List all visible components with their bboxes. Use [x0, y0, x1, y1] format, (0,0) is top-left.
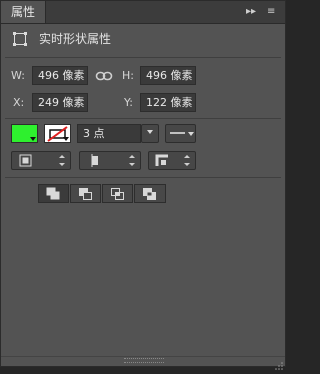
combine-shapes-icon [46, 187, 60, 200]
line-corners-dropdown[interactable] [148, 151, 196, 170]
stroke-swatch[interactable] [44, 124, 71, 143]
stepper-arrows-icon [59, 155, 66, 166]
stepper-arrows-icon [184, 155, 191, 166]
collapse-panel-icon[interactable]: ▸▸ [246, 5, 256, 19]
fill-swatch[interactable] [11, 124, 38, 143]
line-caps-icon [91, 154, 98, 167]
panel-title: 实时形状属性 [39, 32, 112, 46]
shape-type-icon [11, 30, 29, 48]
height-field[interactable]: 496 像素 [140, 66, 196, 85]
panel-menu-icon[interactable]: ≡ [267, 5, 275, 19]
subtract-front-shape-button[interactable] [70, 184, 101, 203]
properties-panel: 属性 ▸▸ ≡ 实时形状属性 W: 496 像素 H: 496 像素 X: 24… [0, 0, 286, 370]
stepper-arrows-icon [129, 155, 136, 166]
divider [5, 57, 281, 58]
height-label: H: [122, 69, 134, 82]
chevron-down-icon [147, 130, 153, 134]
exclude-overlapping-shapes-icon [143, 188, 156, 200]
chevron-down-icon [30, 137, 36, 141]
line-caps-dropdown[interactable] [79, 151, 141, 170]
divider [5, 118, 281, 119]
y-field[interactable]: 122 像素 [140, 93, 196, 112]
stroke-width-dropdown[interactable] [141, 124, 159, 143]
panel-tab-bar: 属性 ▸▸ ≡ [1, 1, 285, 24]
x-label: X: [13, 96, 25, 109]
panel-resize-grip[interactable] [124, 358, 164, 363]
chevron-down-icon [188, 132, 194, 136]
width-field[interactable]: 496 像素 [32, 66, 88, 85]
intersect-shape-areas-button[interactable] [102, 184, 133, 203]
stroke-align-dropdown[interactable] [11, 151, 71, 170]
exclude-overlapping-shapes-button[interactable] [134, 184, 166, 203]
tab-properties[interactable]: 属性 [1, 1, 46, 23]
chevron-down-icon [63, 137, 69, 141]
stroke-width-field[interactable]: 3 点 [77, 124, 141, 143]
width-label: W: [11, 69, 25, 82]
stroke-type-dropdown[interactable] [165, 124, 196, 143]
divider [5, 177, 281, 178]
resize-corner-icon[interactable] [274, 355, 283, 370]
subtract-front-shape-icon [79, 188, 92, 200]
stroke-align-icon [19, 154, 32, 167]
x-field[interactable]: 249 像素 [32, 93, 88, 112]
link-dimensions-icon[interactable] [95, 68, 113, 82]
line-corners-icon [155, 154, 168, 166]
y-label: Y: [124, 96, 133, 109]
intersect-shape-areas-icon [111, 188, 124, 200]
divider [1, 356, 285, 357]
combine-shapes-button[interactable] [38, 184, 69, 203]
